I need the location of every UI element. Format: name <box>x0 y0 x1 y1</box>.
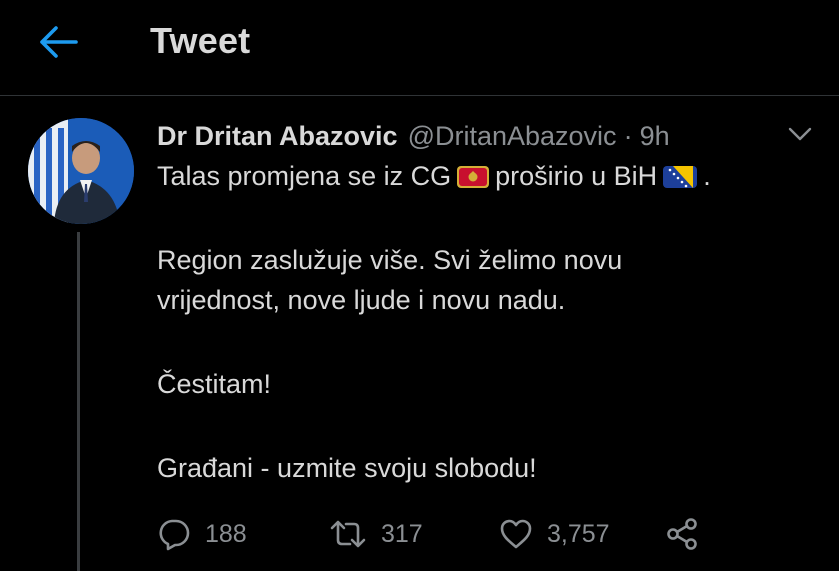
tweet-header: Dr Dritan Abazovic @DritanAbazovic · 9h <box>157 116 817 156</box>
like-button[interactable]: 3,757 <box>499 512 610 556</box>
author-handle[interactable]: @DritanAbazovic <box>408 121 617 152</box>
retweet-button[interactable]: 317 <box>329 512 423 556</box>
tweet-actions: 188 317 3,757 <box>157 512 717 556</box>
separator-dot: · <box>623 120 633 151</box>
retweet-icon <box>330 520 366 548</box>
thread-connector <box>77 232 80 571</box>
page-title: Tweet <box>150 20 251 61</box>
heart-icon <box>500 519 532 549</box>
like-count: 3,757 <box>547 519 610 548</box>
reply-icon <box>159 519 190 551</box>
timestamp[interactable]: 9h <box>640 121 670 152</box>
back-button[interactable] <box>36 24 80 60</box>
share-icon <box>667 518 697 550</box>
reply-button[interactable]: 188 <box>157 512 247 556</box>
top-bar: Tweet <box>0 0 839 96</box>
author-name[interactable]: Dr Dritan Abazovic <box>157 121 398 152</box>
tweet-line: vrijednost, nove ljude i novu nadu. <box>157 285 566 315</box>
arrow-left-icon <box>40 26 78 58</box>
tweet-body: Talas promjena se iz CG proširio u BiH. R… <box>157 156 822 488</box>
share-button[interactable] <box>665 512 699 556</box>
retweet-count: 317 <box>381 519 423 548</box>
bosnia-flag-icon <box>663 160 698 200</box>
tweet-line: Čestitam! <box>157 369 272 399</box>
tweet-line: Region zaslužuje više. Svi želimo novu <box>157 245 623 275</box>
reply-count: 188 <box>205 519 247 548</box>
tweet-line: Talas promjena se iz CG proširio u BiH. <box>157 156 822 196</box>
montenegro-flag-icon <box>457 160 490 200</box>
more-options-button[interactable] <box>786 124 814 144</box>
avatar[interactable] <box>28 118 134 224</box>
tweet-line: Građani - uzmite svoju slobodu! <box>157 453 537 483</box>
chevron-down-icon <box>788 127 812 141</box>
